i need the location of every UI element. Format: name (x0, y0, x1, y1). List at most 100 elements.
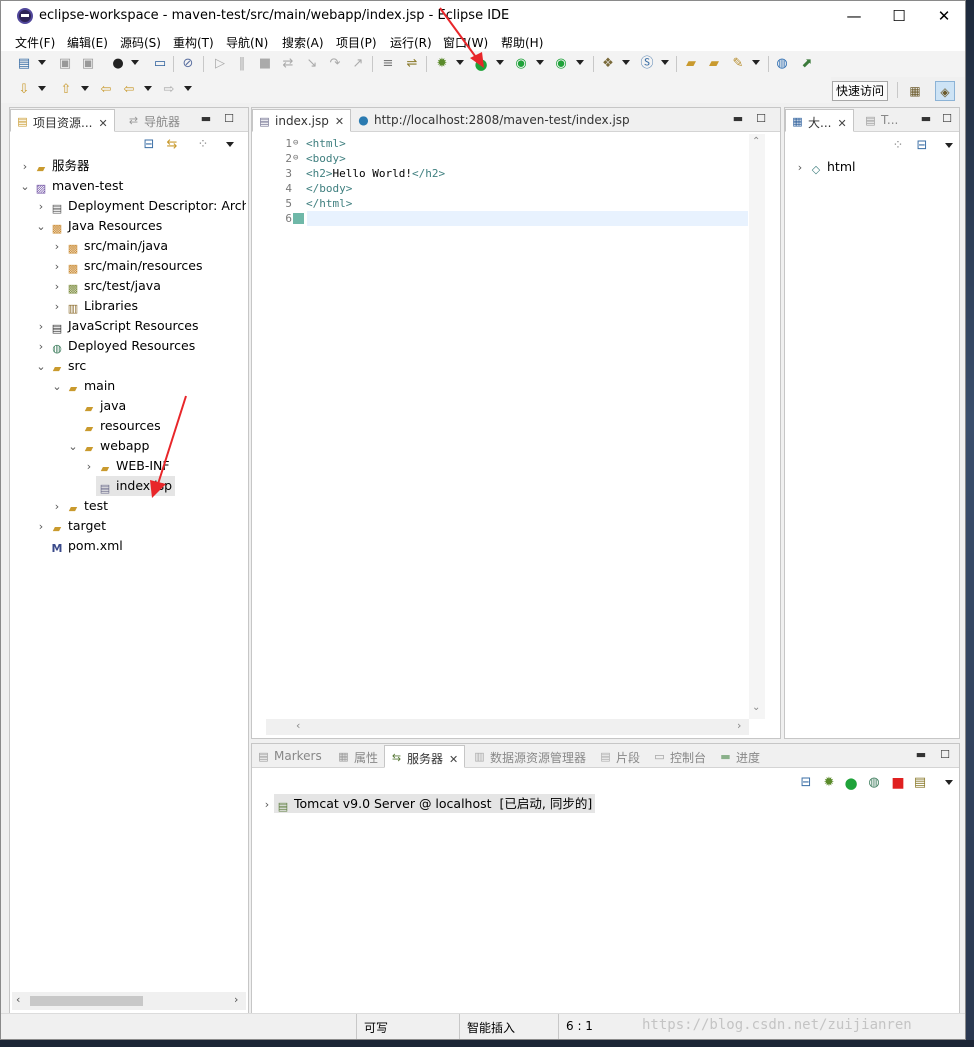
view-menu-icon[interactable] (945, 143, 953, 148)
title-bar[interactable]: eclipse-workspace - maven-test/src/main/… (1, 1, 965, 31)
tab-markers[interactable]: ▤ Markers (252, 745, 328, 768)
expand-icon[interactable]: › (50, 277, 64, 297)
tree-item-src-main-resources[interactable]: › ▩ src/main/resources (50, 256, 203, 277)
expand-icon[interactable]: › (82, 457, 96, 477)
new-java-class-icon[interactable]: Ⓢ (638, 55, 656, 73)
coverage-icon[interactable]: ◉ (512, 55, 530, 73)
open-perspective-icon[interactable]: ▦ (905, 81, 925, 101)
view-menu-icon[interactable] (945, 780, 953, 785)
forward-dropdown-icon[interactable] (184, 86, 192, 91)
minimize-view-icon[interactable]: ▬ (919, 112, 933, 126)
filters-icon[interactable]: ⁘ (889, 137, 907, 155)
expand-icon[interactable]: › (50, 237, 64, 257)
close-tab-icon[interactable]: ✕ (335, 115, 344, 128)
expand-icon[interactable]: › (793, 158, 807, 178)
debug-icon[interactable]: ✹ (433, 55, 451, 73)
forward-icon[interactable]: ⇨ (160, 81, 178, 99)
tab-browser[interactable]: ● http://localhost:2808/maven-test/index.… (352, 109, 636, 132)
maximize-view-icon[interactable]: ☐ (940, 112, 954, 126)
menu-navigate[interactable]: 导航(N) (226, 34, 268, 51)
vertical-scrollbar[interactable]: ⌃ ⌄ (749, 134, 765, 719)
back-icon[interactable]: ⇦ (120, 81, 138, 99)
debug-server-icon[interactable]: ✹ (820, 774, 838, 792)
new-server-dropdown-icon[interactable] (622, 60, 630, 65)
menu-search[interactable]: 搜索(A) (282, 34, 324, 51)
maximize-editor-icon[interactable]: ☐ (754, 112, 768, 126)
publish-server-icon[interactable]: ▤ (911, 774, 929, 792)
run-dropdown-icon[interactable] (496, 60, 504, 65)
step-over-icon[interactable]: ↷ (326, 55, 344, 73)
tab-outline[interactable]: ▦ 大... ✕ (785, 109, 854, 132)
horizontal-scrollbar[interactable]: ‹ › (266, 719, 749, 735)
globe-icon[interactable]: ◍ (773, 55, 791, 73)
fold-icon[interactable]: ⊖ (293, 151, 298, 166)
collapse-all-icon[interactable]: ⊟ (913, 137, 931, 155)
tree-item-maven-test[interactable]: ⌄ ▨ maven-test (18, 176, 123, 196)
scrollbar-thumb[interactable] (30, 996, 143, 1006)
minimize-view-icon[interactable]: ▬ (914, 748, 928, 762)
tab-index-jsp[interactable]: ▤ index.jsp ✕ (252, 109, 352, 132)
tree-item-servers[interactable]: › ▰ 服务器 (18, 156, 90, 176)
collapse-icon[interactable]: ⌄ (50, 377, 64, 397)
expand-icon[interactable]: › (50, 297, 64, 317)
menu-source[interactable]: 源码(S) (120, 34, 161, 51)
tree-item-src[interactable]: ⌄ ▰ src (34, 356, 86, 376)
close-window-button[interactable]: ✕ (922, 4, 965, 28)
menu-run[interactable]: 运行(R) (390, 34, 432, 51)
horizontal-scrollbar[interactable]: ‹ › (12, 992, 246, 1010)
close-tab-icon[interactable]: ✕ (98, 117, 107, 130)
expand-icon[interactable]: › (34, 197, 48, 216)
tree-item-src-test-java[interactable]: › ▩ src/test/java (50, 276, 161, 296)
expand-icon[interactable]: › (260, 795, 274, 815)
stop-server-icon[interactable]: ■ (889, 774, 907, 792)
collapse-all-icon[interactable]: ⊟ (140, 136, 158, 154)
maximize-view-icon[interactable]: ☐ (938, 748, 952, 762)
tab-properties[interactable]: ▦ 属性 (332, 745, 384, 768)
tree-item-target[interactable]: › ▰ target (34, 516, 106, 536)
save-icon[interactable]: ▣ (56, 55, 74, 73)
expand-icon[interactable]: › (50, 257, 64, 277)
tree-item-pom-xml[interactable]: Mpom.xml (34, 536, 123, 556)
java-ee-perspective-icon[interactable]: ◈ (935, 81, 955, 101)
collapse-icon[interactable]: ⌄ (66, 437, 80, 457)
step-into-icon[interactable]: ↘ (303, 55, 321, 73)
expand-icon[interactable]: › (18, 157, 32, 177)
menu-help[interactable]: 帮助(H) (501, 34, 543, 51)
open-tasks-icon[interactable]: ⇌ (403, 55, 421, 73)
tree-item-src-main-java[interactable]: › ▩ src/main/java (50, 236, 168, 256)
fold-icon[interactable]: ⊖ (293, 136, 298, 151)
open-folder-icon[interactable]: ▰ (705, 55, 723, 73)
use-step-filters-icon[interactable]: ≡ (379, 55, 397, 73)
tab-snippets[interactable]: ▤ 片段 (594, 745, 646, 768)
collapse-icon[interactable]: ⌄ (18, 177, 32, 197)
code-area[interactable]: 1 ⊖ <html> 2 ⊖ <body> 3 <h2>Hello World!</h2>… (266, 134, 749, 719)
tree-item-deployment-descriptor[interactable]: ›▤ Deployment Descriptor: Archetype Creat… (34, 196, 246, 216)
menu-project[interactable]: 项目(P) (336, 34, 377, 51)
save-all-icon[interactable]: ▣ (79, 55, 97, 73)
collapse-icon[interactable]: ⌄ (34, 357, 48, 377)
open-type-icon[interactable]: ▰ (682, 55, 700, 73)
tree-item-deployed-resources[interactable]: › ◍ Deployed Resources (34, 336, 195, 356)
tab-console[interactable]: ▭ 控制台 (648, 745, 712, 768)
user-dropdown-icon[interactable] (131, 60, 139, 65)
new-dropdown-icon[interactable] (38, 60, 46, 65)
pencil-dropdown-icon[interactable] (752, 60, 760, 65)
suspend-icon[interactable]: ‖ (233, 55, 251, 73)
step-return-icon[interactable]: ↗ (349, 55, 367, 73)
tree-item-libraries[interactable]: › ▥ Libraries (50, 296, 138, 316)
view-menu-icon[interactable] (226, 142, 234, 147)
new-class-dropdown-icon[interactable] (661, 60, 669, 65)
next-annotation-icon[interactable]: ⇩ (15, 81, 33, 99)
next-annotation-dropdown-icon[interactable] (38, 86, 46, 91)
external-tools-dropdown-icon[interactable] (576, 60, 584, 65)
tab-navigator[interactable]: ⇄ 导航器 (122, 109, 186, 132)
disconnect-icon[interactable]: ⇄ (279, 55, 297, 73)
quick-access-field[interactable]: 快速访问 (832, 81, 888, 101)
tree-item-main[interactable]: ⌄ ▰ main (50, 376, 115, 396)
outline-item-html[interactable]: › ◇ html (793, 157, 856, 178)
minimize-view-icon[interactable]: ▬ (199, 112, 213, 126)
menu-edit[interactable]: 编辑(E) (67, 34, 108, 51)
run-icon[interactable]: ● (472, 55, 490, 73)
menu-window[interactable]: 窗口(W) (443, 34, 488, 51)
filters-icon[interactable]: ⁘ (194, 136, 212, 154)
